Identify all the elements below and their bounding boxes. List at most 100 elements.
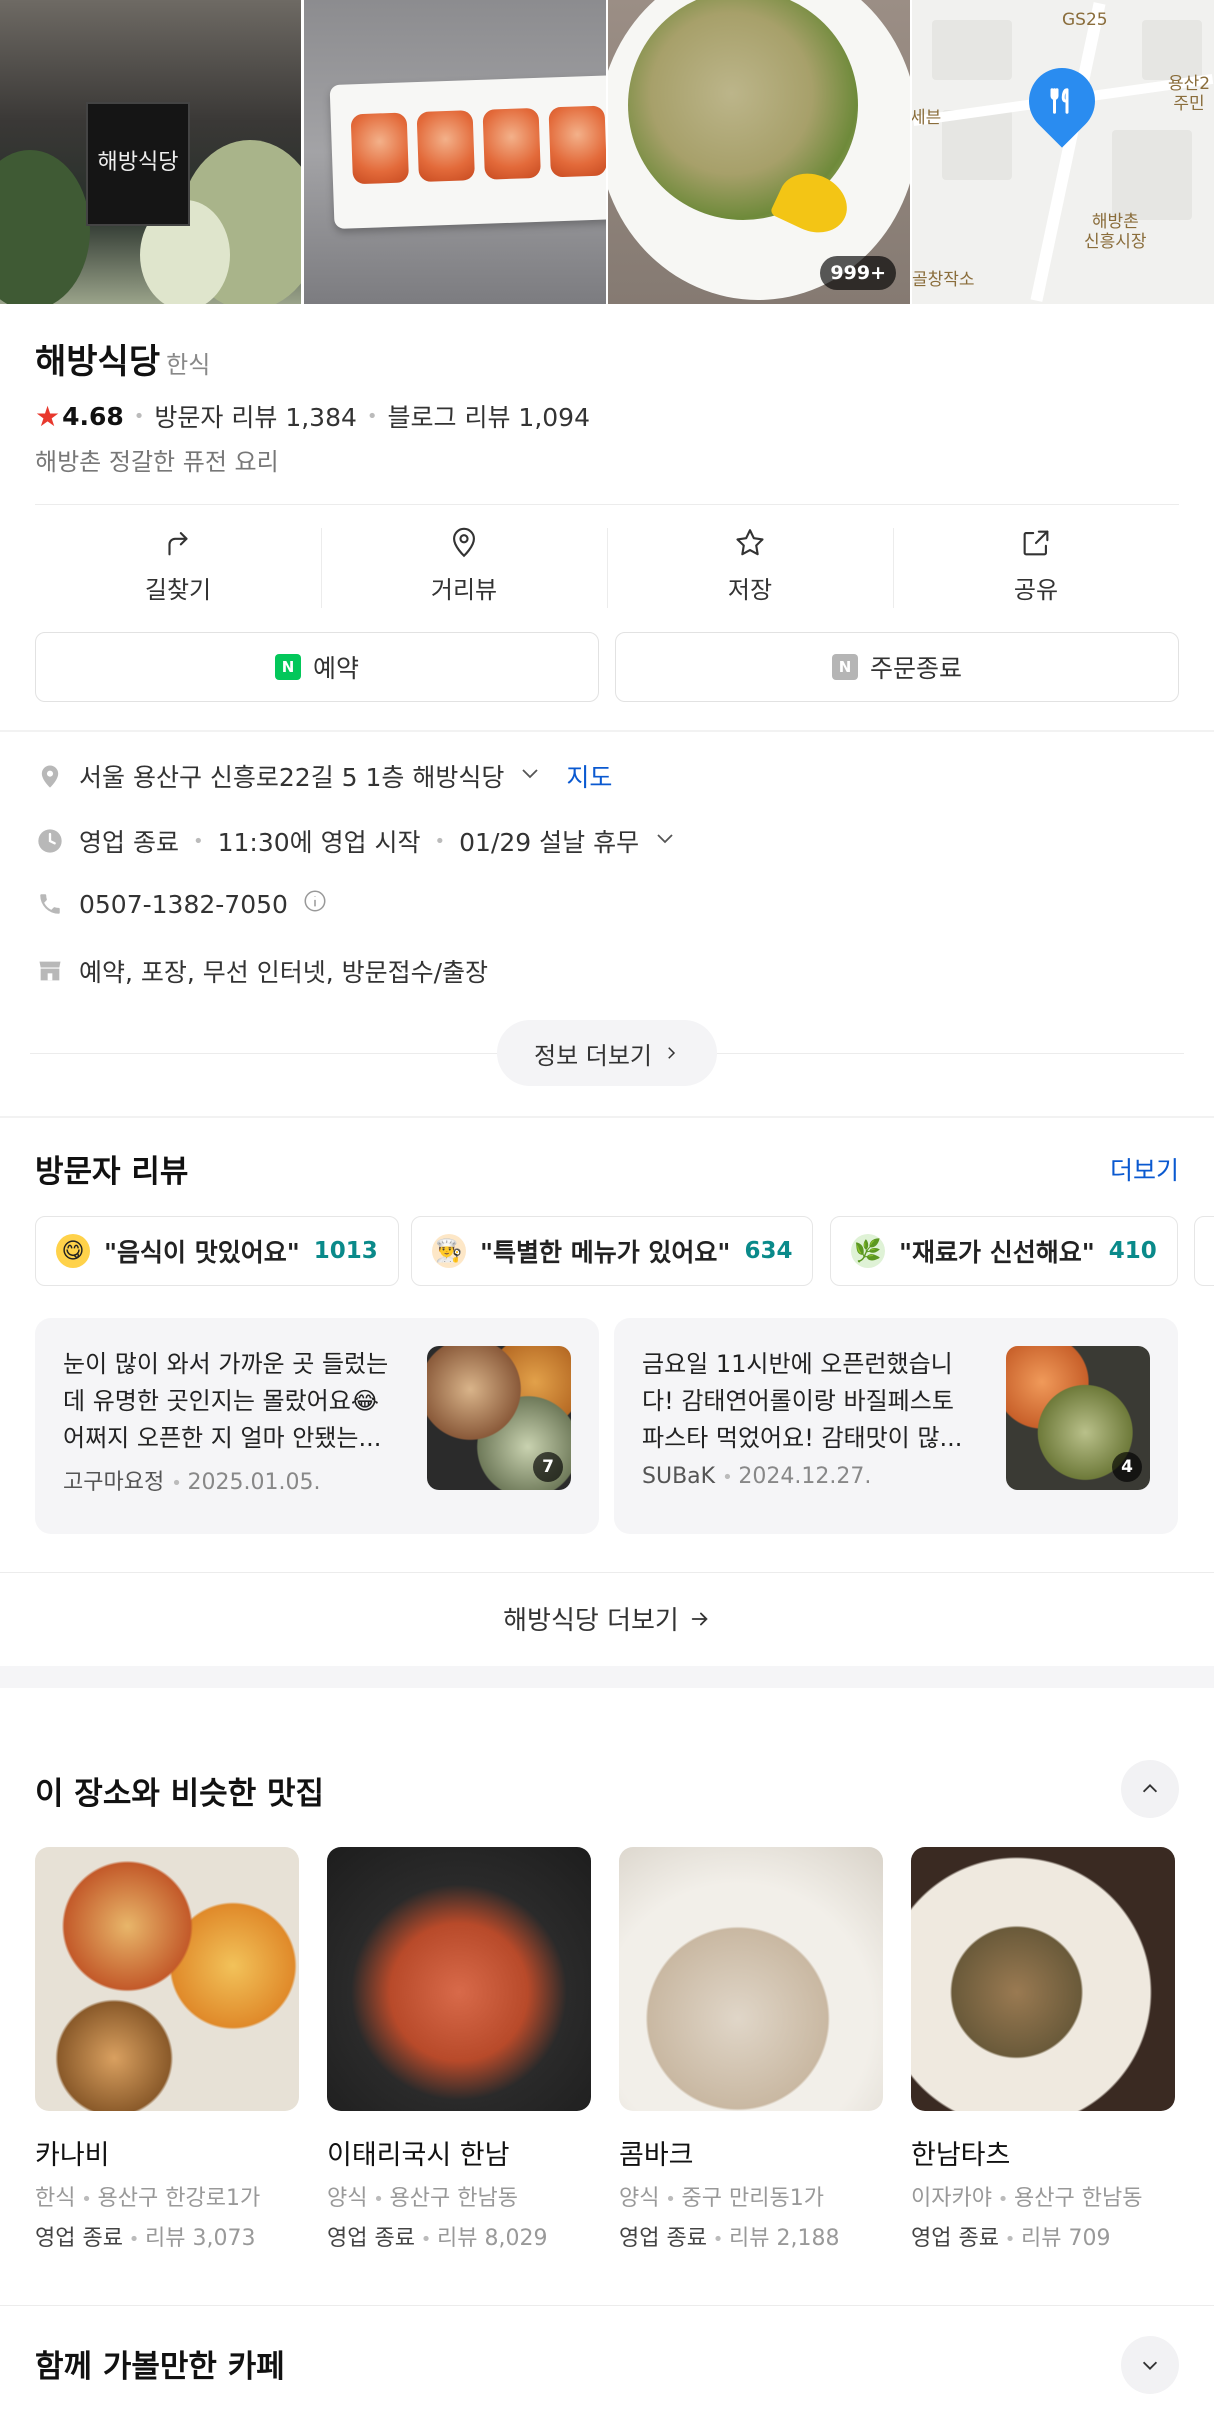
restaurant-review-count: 리뷰 3,073 xyxy=(145,2226,256,2251)
separator-dot: • xyxy=(366,405,378,427)
similar-title: 이 장소와 비슷한 맛집 xyxy=(35,1776,325,1812)
place-more-link[interactable]: 해방식당 더보기 xyxy=(0,1572,1214,1664)
sushi-piece xyxy=(548,105,606,178)
restaurant-category: 양식 xyxy=(327,2186,368,2211)
restaurant-photo[interactable] xyxy=(911,1847,1175,2111)
map-label-gs25: GS25 xyxy=(1062,10,1108,30)
share-label: 공유 xyxy=(1013,575,1059,604)
share-button[interactable]: 공유 xyxy=(893,510,1179,620)
reviews-title: 방문자 리뷰 xyxy=(35,1154,189,1190)
phone-row: 0507-1382-7050 xyxy=(35,888,328,920)
chevron-down-icon[interactable] xyxy=(518,761,542,791)
restaurant-status: 영업 종료 • 리뷰 709 xyxy=(911,2220,1175,2252)
map-link[interactable]: 지도 xyxy=(566,758,612,794)
restaurant-status: 영업 종료 • 리뷰 2,188 xyxy=(619,2220,883,2252)
review-keyword-chip[interactable]: 👨‍🍳 "특별한 메뉴가 있어요" 634 xyxy=(411,1216,814,1286)
chip-count: 410 xyxy=(1108,1238,1157,1264)
similar-restaurant-card[interactable]: 카나비 한식 • 용산구 한강로1가 영업 종료 • 리뷰 3,073 xyxy=(35,1847,299,2252)
restaurant-photo[interactable] xyxy=(619,1847,883,2111)
location-pin-icon xyxy=(35,761,65,791)
business-status: 영업 종료 xyxy=(79,828,179,857)
street-view-icon xyxy=(453,527,475,557)
photo-pasta[interactable]: 999+ xyxy=(608,0,910,304)
separator-dot: • xyxy=(722,1467,739,1488)
chevron-down-icon[interactable] xyxy=(653,826,677,856)
plate xyxy=(329,74,606,230)
review-text: 눈이 많이 와서 가까운 곳 들렀는데 유명한 곳인지는 몰랐어요😂 어쩌지 오… xyxy=(63,1350,389,1452)
separator-dot: • xyxy=(133,405,145,427)
restaurant-meta: 양식 • 용산구 한남동 xyxy=(327,2180,591,2212)
review-card[interactable]: 눈이 많이 와서 가까운 곳 들렀는데 유명한 곳인지는 몰랐어요😂 어쩌지 오… xyxy=(35,1318,599,1534)
restaurant-category: 이자카야 xyxy=(911,2186,992,2211)
chevron-down-icon xyxy=(1142,2361,1158,2370)
restaurant-photo[interactable] xyxy=(327,1847,591,2111)
place-category: 한식 xyxy=(166,351,211,379)
review-keyword-chip-partial[interactable] xyxy=(1194,1216,1214,1286)
similar-restaurant-card[interactable]: 이태리국시 한남 양식 • 용산구 한남동 영업 종료 • 리뷰 8,029 xyxy=(327,1847,591,2252)
reserve-button[interactable]: N 예약 xyxy=(35,632,599,702)
store-sign: 해방식당 xyxy=(86,102,190,226)
map-label-district: 용산2 주민 xyxy=(1168,74,1211,115)
divider xyxy=(0,2305,1214,2306)
naver-order-icon: N xyxy=(831,654,858,680)
review-keyword-chip[interactable]: 🌿 "재료가 신선해요" 410 xyxy=(830,1216,1178,1286)
hours-row[interactable]: 영업 종료 • 11:30에 영업 시작 • 01/29 설날 휴무 xyxy=(35,823,677,859)
review-thumbnail[interactable]: 4 xyxy=(1006,1346,1150,1490)
collapse-button[interactable] xyxy=(1121,1760,1179,1818)
save-button[interactable]: 저장 xyxy=(607,510,893,620)
similar-restaurant-card[interactable]: 콤바크 양식 • 중구 만리동1가 영업 종료 • 리뷰 2,188 xyxy=(619,1847,883,2252)
order-button[interactable]: N 주문종료 xyxy=(615,632,1179,702)
review-keyword-chip[interactable]: 😋 "음식이 맛있어요" 1013 xyxy=(35,1216,399,1286)
info-more-button[interactable]: 정보 더보기 xyxy=(497,1020,717,1086)
directions-button[interactable]: 길찾기 xyxy=(35,510,321,620)
map-road xyxy=(1030,2,1106,302)
photo-sushi-roll[interactable] xyxy=(304,0,606,304)
chip-count: 634 xyxy=(744,1238,793,1264)
sushi-piece xyxy=(416,110,475,183)
separator-dot: • xyxy=(434,830,446,852)
reviews-more-link[interactable]: 더보기 xyxy=(1110,1151,1179,1187)
share-icon xyxy=(1023,530,1049,555)
plant-decoration xyxy=(0,150,90,304)
sushi-piece xyxy=(350,112,410,185)
section-divider xyxy=(0,1116,1214,1118)
action-bar: 길찾기 거리뷰 저장 공유 xyxy=(35,510,1179,620)
phone-number[interactable]: 0507-1382-7050 xyxy=(79,890,288,919)
street-view-button[interactable]: 거리뷰 xyxy=(321,510,607,620)
restaurant-area: 용산구 한남동 xyxy=(1014,2186,1143,2211)
address-text[interactable]: 서울 용산구 신흥로22길 5 1층 해방식당 xyxy=(79,758,504,794)
restaurant-category: 양식 xyxy=(619,2186,660,2211)
leaf-emoji-icon: 🌿 xyxy=(851,1234,885,1268)
clock-icon xyxy=(35,826,65,856)
rating-line: ★ 4.68 • 방문자 리뷰 1,384 • 블로그 리뷰 1,094 xyxy=(35,398,590,434)
amenities-text: 예약, 포장, 무선 인터넷, 방문접수/출장 xyxy=(79,958,489,987)
restaurant-photo[interactable] xyxy=(35,1847,299,2111)
photo-count: 4 xyxy=(1112,1452,1142,1482)
order-label: 주문종료 xyxy=(869,654,962,683)
photo-count-badge: 999+ xyxy=(820,256,896,290)
similar-restaurant-card[interactable]: 한남타츠 이자카야 • 용산구 한남동 영업 종료 • 리뷰 709 xyxy=(911,1847,1175,2252)
map-label-market: 해방촌 신흥시장 xyxy=(1084,212,1147,253)
separator-dot: • xyxy=(75,2189,98,2210)
expand-button[interactable] xyxy=(1121,2336,1179,2394)
blog-review-count[interactable]: 블로그 리뷰 1,094 xyxy=(388,398,590,434)
section-gap xyxy=(0,1666,1214,1688)
place-more-label: 해방식당 더보기 xyxy=(503,1606,679,1636)
review-text: 금요일 11시반에 오픈런했습니다! 감태연어롤이랑 바질페스토 파스타 먹었어… xyxy=(642,1350,963,1452)
photo-count: 7 xyxy=(533,1452,563,1482)
restaurant-area: 중구 만리동1가 xyxy=(681,2186,824,2211)
mini-map[interactable]: GS25 세븐 용산2 주민 해방촌 신흥시장 골창작소 xyxy=(912,0,1214,304)
separator-dot: • xyxy=(122,2229,146,2250)
restaurant-name: 콤바크 xyxy=(619,2140,694,2171)
map-label-bottom: 골창작소 xyxy=(912,270,975,290)
restaurant-meta: 양식 • 중구 만리동1가 xyxy=(619,2180,883,2212)
restaurant-status: 영업 종료 • 리뷰 3,073 xyxy=(35,2220,299,2252)
separator-dot: • xyxy=(367,2189,390,2210)
review-thumbnail[interactable]: 7 xyxy=(427,1346,571,1490)
photo-storefront[interactable]: 해방식당 xyxy=(0,0,301,304)
visitor-review-count[interactable]: 방문자 리뷰 1,384 xyxy=(154,398,356,434)
review-card[interactable]: 금요일 11시반에 오픈런했습니다! 감태연어롤이랑 바질페스토 파스타 먹었어… xyxy=(614,1318,1178,1534)
info-icon[interactable] xyxy=(302,888,328,920)
chip-text: "특별한 메뉴가 있어요" xyxy=(480,1238,731,1267)
restaurant-status: 영업 종료 • 리뷰 8,029 xyxy=(327,2220,591,2252)
